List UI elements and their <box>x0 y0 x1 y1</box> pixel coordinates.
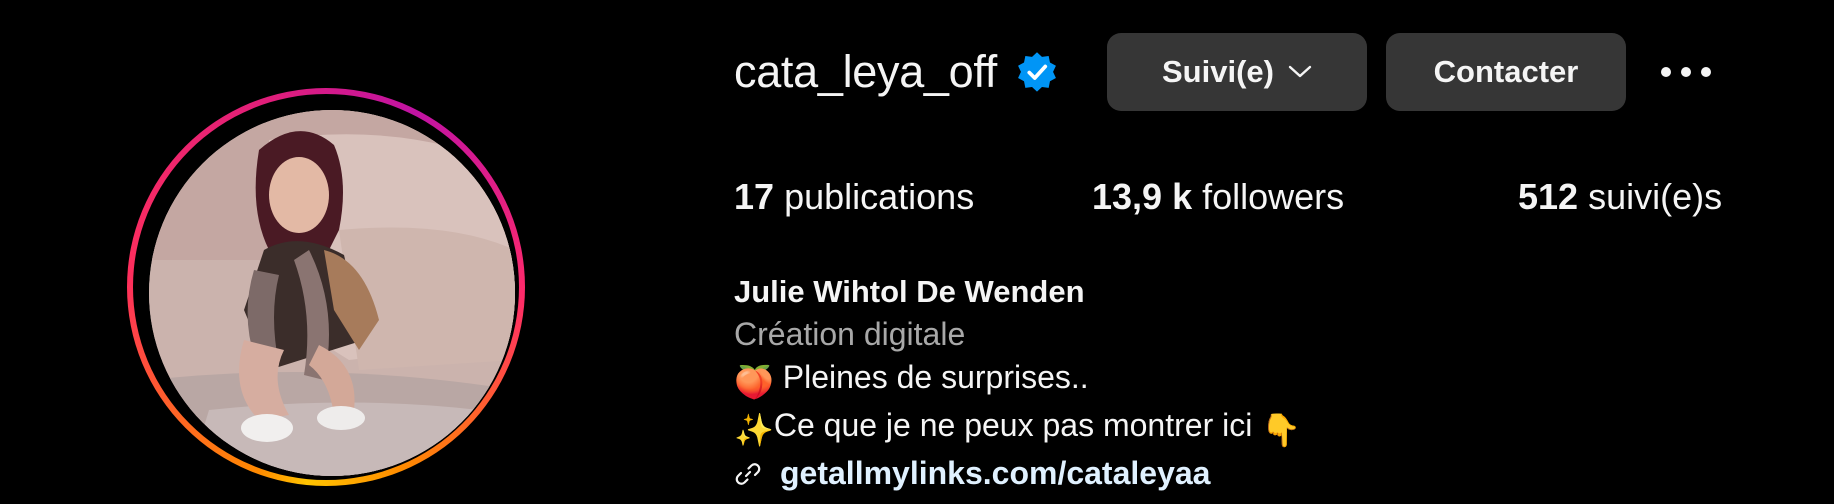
followers-label: followers <box>1202 176 1345 217</box>
following-stat[interactable]: 512 suivi(e)s <box>1518 176 1722 218</box>
profile-avatar-ring[interactable] <box>127 88 525 486</box>
more-options-icon[interactable] <box>1658 44 1714 100</box>
profile-category: Création digitale <box>734 316 966 352</box>
following-button[interactable]: Suivi(e) <box>1106 33 1367 111</box>
posts-count: 17 <box>734 176 775 217</box>
sparkles-emoji: ✨ <box>734 412 774 448</box>
profile-header: cata_leya_off Suivi(e) Contacter <box>734 33 1714 111</box>
link-icon <box>734 459 764 489</box>
profile-bio: Julie Wihtol De Wenden Création digitale… <box>734 270 1301 495</box>
verified-badge-icon <box>1015 50 1059 94</box>
bio-line-1-text: Pleines de surprises.. <box>773 359 1089 395</box>
posts-count-stat: 17 publications <box>734 176 1092 218</box>
profile-username: cata_leya_off <box>734 46 997 97</box>
contact-button[interactable]: Contacter <box>1385 33 1626 111</box>
contact-button-label: Contacter <box>1433 54 1579 89</box>
profile-stats: 17 publications 13,9 k followers 512 sui… <box>734 176 1722 218</box>
chevron-down-icon <box>1288 65 1312 79</box>
bio-link-row: getallmylinks.com/cataleyaa <box>734 452 1301 495</box>
profile-avatar[interactable] <box>149 110 515 476</box>
bio-line-1: 🍑 Pleines de surprises.. <box>734 356 1301 404</box>
avatar-photo-illustration <box>149 110 515 476</box>
bio-line-2: ✨Ce que je ne peux pas montrer ici 👇 <box>734 404 1301 452</box>
pointing-down-emoji: 👇 <box>1261 412 1302 448</box>
following-count: 512 <box>1518 176 1579 217</box>
avatar-ring-gap <box>133 94 519 480</box>
bio-line-2-text: Ce que je ne peux pas montrer ici <box>773 407 1262 443</box>
posts-label: publications <box>784 176 975 217</box>
following-button-label: Suivi(e) <box>1162 54 1274 89</box>
peach-emoji: 🍑 <box>734 364 774 400</box>
followers-stat[interactable]: 13,9 k followers <box>1092 176 1518 218</box>
profile-full-name: Julie Wihtol De Wenden <box>734 274 1085 309</box>
followers-count: 13,9 k <box>1092 176 1193 217</box>
following-label: suivi(e)s <box>1588 176 1723 217</box>
bio-external-link[interactable]: getallmylinks.com/cataleyaa <box>780 452 1210 495</box>
